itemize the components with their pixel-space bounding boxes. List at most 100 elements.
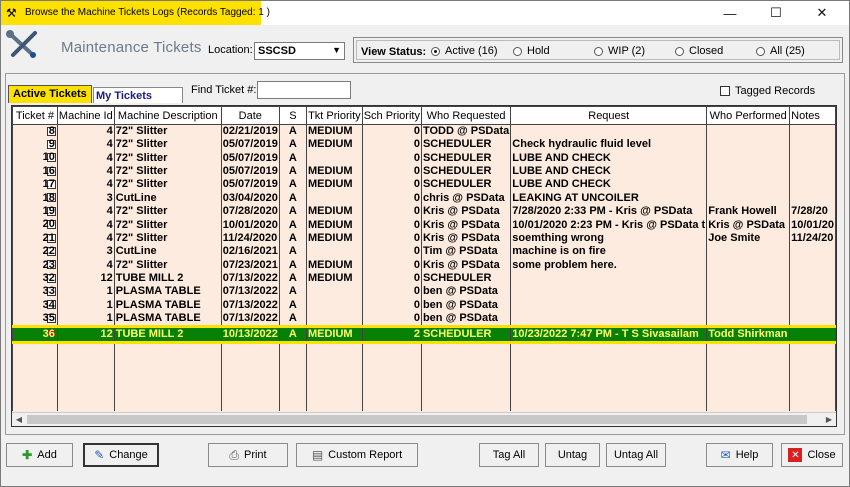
table-row[interactable]: 23 4 72" Slitter 07/23/2021 A MEDIUM 0 Kris @ P…	[12, 258, 836, 272]
col-header-ticket[interactable]: Ticket #	[12, 106, 58, 125]
empty-cell	[56, 383, 115, 398]
tickets-grid[interactable]: Ticket # Machine Id Machine Description …	[11, 105, 837, 427]
help-button[interactable]: ✉ Help	[706, 443, 773, 467]
tagged-records-checkbox[interactable]	[720, 86, 730, 96]
cell-ticket: 19	[12, 204, 58, 219]
cell-sch: 0	[361, 124, 422, 138]
table-row[interactable]: 8 4 72" Slitter 02/21/2019 A MEDIUM 0 TODD @ PS…	[12, 124, 836, 138]
cell-performed	[706, 298, 791, 313]
cell-desc: 72" Slitter	[113, 231, 222, 246]
col-header-machine-id[interactable]: Machine Id	[56, 106, 115, 125]
empty-row	[12, 357, 836, 371]
cell-desc: 72" Slitter	[113, 151, 222, 165]
cell-desc: 72" Slitter	[113, 218, 222, 232]
minimize-button[interactable]: —	[707, 1, 753, 25]
col-header-sch-priority[interactable]: Sch Priority	[361, 106, 422, 125]
report-icon: ▤	[311, 448, 324, 462]
table-row[interactable]: 32 12 TUBE MILL 2 07/13/2022 A MEDIUM 0 SCHEDUL…	[12, 271, 836, 286]
cell-date: 07/28/2020	[220, 204, 280, 219]
add-button[interactable]: ✚ Add	[6, 443, 73, 467]
radio-all-label: All (25)	[770, 45, 805, 57]
cell-tkt: MEDIUM	[305, 164, 363, 179]
cell-ticket: 16	[12, 164, 58, 179]
cell-notes: 10/01/20	[789, 218, 836, 232]
col-header-who-performed[interactable]: Who Performed	[706, 106, 791, 125]
col-header-who-requested[interactable]: Who Requested	[420, 106, 512, 125]
untag-all-button[interactable]: Untag All	[606, 443, 666, 467]
empty-cell	[706, 342, 791, 358]
empty-cell	[420, 383, 512, 398]
scroll-left-icon[interactable]: ◀	[12, 413, 26, 427]
cell-date: 03/04/2020	[220, 191, 280, 205]
col-header-date[interactable]: Date	[220, 106, 280, 125]
radio-hold[interactable]: Hold	[513, 45, 550, 57]
cell-s: A	[278, 164, 307, 179]
table-row[interactable]: 35 1 PLASMA TABLE 07/13/2022 A 0 ben @ PSData	[12, 312, 836, 327]
table-row[interactable]: 16 4 72" Slitter 05/07/2019 A MEDIUM 0 SCHEDULE…	[12, 164, 836, 179]
custom-report-button[interactable]: ▤ Custom Report	[296, 443, 418, 467]
cell-notes	[789, 191, 836, 205]
tag-all-button[interactable]: Tag All	[479, 443, 539, 467]
col-header-request[interactable]: Request	[510, 106, 708, 125]
table-row-selected[interactable]: ✖ 36 12 TUBE MILL 2 10/13/2022 A MEDIUM 2 SCHEDU…	[12, 325, 836, 345]
col-header-status[interactable]: S	[278, 106, 307, 125]
empty-cell	[706, 397, 791, 411]
untag-button[interactable]: Untag	[545, 443, 600, 467]
col-header-tkt-priority[interactable]: Tkt Priority	[305, 106, 363, 125]
find-ticket-input[interactable]	[257, 81, 351, 99]
tab-active-tickets[interactable]: Active Tickets	[8, 85, 92, 103]
location-select[interactable]: SSCSD ▼	[254, 42, 345, 60]
close-button[interactable]: ✕ Close	[781, 443, 843, 467]
cell-notes	[789, 271, 836, 286]
plus-icon: ✚	[22, 448, 33, 462]
table-row[interactable]: 18 3 CutLine 03/04/2020 A 0 chris @ PSData LEAK…	[12, 191, 836, 205]
table-row[interactable]: 10 4 72" Slitter 05/07/2019 A 0 SCHEDULER LUBE …	[12, 151, 836, 165]
scroll-right-icon[interactable]: ▶	[822, 413, 836, 427]
radio-all[interactable]: All (25)	[756, 45, 805, 57]
cell-ticket: ✖ 36	[12, 325, 58, 345]
cell-s: A	[278, 151, 307, 165]
cell-machine-id: 4	[56, 124, 115, 138]
cell-ticket: 34	[12, 298, 58, 313]
change-button[interactable]: ✎ Change	[83, 443, 159, 467]
empty-cell	[220, 383, 280, 398]
col-header-machine-description[interactable]: Machine Description	[113, 106, 222, 125]
table-row[interactable]: 9 4 72" Slitter 05/07/2019 A MEDIUM 0 SCHEDULER…	[12, 138, 836, 152]
maximize-button[interactable]: ☐	[753, 1, 799, 25]
cell-s: A	[278, 138, 307, 152]
cell-performed	[706, 312, 791, 327]
table-row[interactable]: 33 1 PLASMA TABLE 07/13/2022 A 0 ben @ PSData	[12, 285, 836, 299]
help-button-label: Help	[735, 449, 759, 461]
cell-who: SCHEDULER	[420, 151, 512, 165]
table-row[interactable]: 22 3 CutLine 02/16/2021 A 0 Tim @ PSData machin…	[12, 245, 836, 259]
close-window-button[interactable]: ✕	[799, 1, 845, 25]
empty-cell	[305, 383, 363, 398]
scroll-thumb[interactable]	[27, 415, 807, 424]
radio-closed[interactable]: Closed	[675, 45, 723, 57]
print-button[interactable]: ⎙ Print	[208, 443, 288, 467]
empty-row	[12, 397, 836, 411]
cell-desc: PLASMA TABLE	[113, 312, 222, 327]
table-row[interactable]: 19 4 72" Slitter 07/28/2020 A MEDIUM 0 Kris @ P…	[12, 204, 836, 219]
ticket-number: 17	[42, 178, 55, 191]
cell-tkt: MEDIUM	[305, 124, 363, 138]
ticket-number: 20	[42, 218, 55, 231]
cell-sch: 0	[361, 218, 422, 232]
cell-performed: Todd Shirkman	[706, 325, 791, 345]
table-row[interactable]: 21 4 72" Slitter 11/24/2020 A MEDIUM 0 Kris @ P…	[12, 231, 836, 246]
table-row[interactable]: 20 4 72" Slitter 10/01/2020 A MEDIUM 0 Kris @ P…	[12, 218, 836, 232]
table-row[interactable]: 34 1 PLASMA TABLE 07/13/2022 A 0 ben @ PSData	[12, 298, 836, 313]
horizontal-scrollbar[interactable]: ◀ ▶	[12, 412, 836, 426]
radio-active[interactable]: Active (16)	[431, 45, 498, 57]
table-row[interactable]: 17 4 72" Slitter 05/07/2019 A MEDIUM 0 SCHEDULE…	[12, 178, 836, 192]
radio-wip[interactable]: WIP (2)	[594, 45, 645, 57]
cell-who: ben @ PSData	[420, 312, 512, 327]
cell-date: 10/13/2022	[220, 325, 280, 345]
cell-desc: 72" Slitter	[113, 204, 222, 219]
col-header-notes[interactable]: Notes	[789, 106, 836, 125]
radio-dot	[594, 46, 603, 56]
tab-my-tickets[interactable]: My Tickets	[93, 87, 183, 103]
cell-request: 7/28/2020 2:33 PM - Kris @ PSData	[510, 204, 708, 219]
cell-who: Kris @ PSData	[420, 258, 512, 272]
empty-cell	[789, 370, 836, 384]
